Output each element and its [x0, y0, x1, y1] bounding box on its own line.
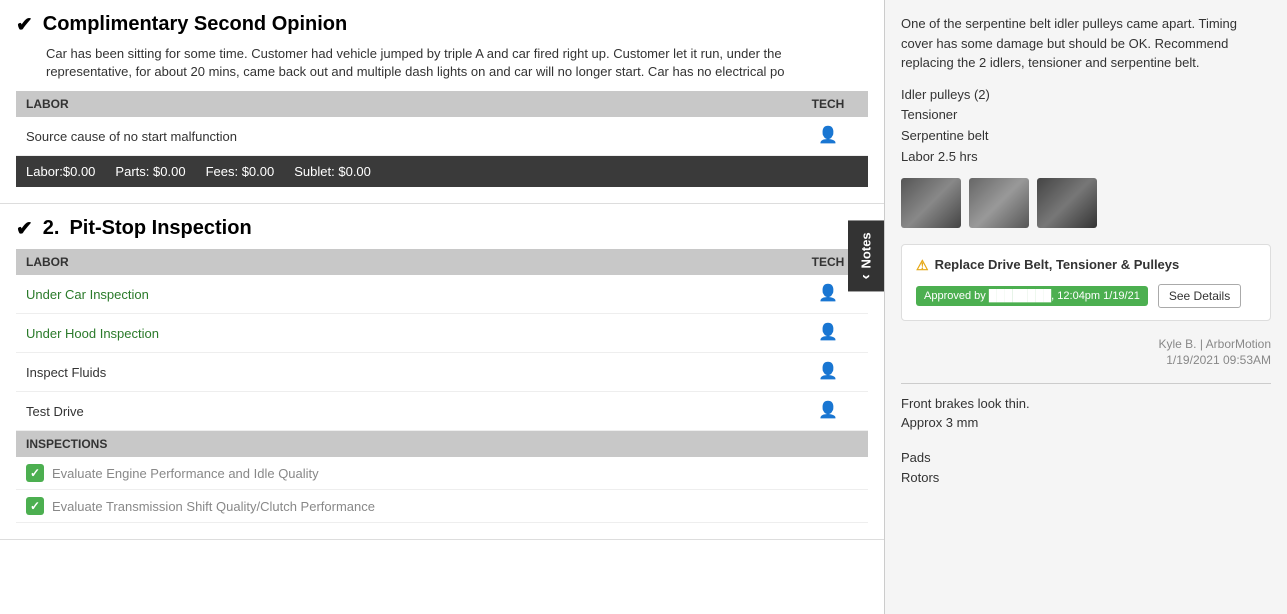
person-icon: [818, 125, 838, 147]
thumbnail-2[interactable]: [969, 178, 1029, 228]
labor-total: Labor:$0.00: [26, 164, 95, 179]
labor-item-label: Test Drive: [16, 392, 788, 431]
totals-row-section1: Labor:$0.00 Parts: $0.00 Fees: $0.00 Sub…: [16, 156, 868, 187]
list-item: Pads: [901, 448, 1271, 469]
alert-title-belt: ⚠ Replace Drive Belt, Tensioner & Pulley…: [916, 257, 1256, 274]
checkmark-pit-stop: ✔: [16, 216, 33, 241]
person-icon: [818, 322, 838, 344]
right-section-brakes: Front brakes look thin. Approx 3 mm Pads…: [901, 394, 1271, 490]
labor-item-label: Source cause of no start malfunction: [16, 117, 788, 156]
section-number-pit-stop: 2.: [43, 217, 60, 240]
tech-cell: [788, 353, 868, 392]
parts-list-2: PadsRotors: [901, 448, 1271, 490]
tech-cell: [788, 314, 868, 353]
person-icon: [818, 361, 838, 383]
labor-table-section1: LABOR TECH Source cause of no start malf…: [16, 91, 868, 156]
person-icon: [818, 283, 838, 305]
list-item: Serpentine belt: [901, 126, 1271, 147]
alert-box-belt: ⚠ Replace Drive Belt, Tensioner & Pulley…: [901, 244, 1271, 321]
inspection-checkbox[interactable]: [26, 464, 44, 482]
tech-cell: [788, 392, 868, 431]
list-item: Tensioner: [901, 105, 1271, 126]
table-row: Inspect Fluids: [16, 353, 868, 392]
inspection-items-container: Evaluate Engine Performance and Idle Qua…: [16, 457, 868, 523]
notes-chevron-icon: ›: [857, 274, 875, 279]
approved-row: Approved by ████████, 12:04pm 1/19/21 Se…: [916, 284, 1256, 308]
alert-title-text: Replace Drive Belt, Tensioner & Pulleys: [935, 257, 1180, 272]
notes-label: Notes: [859, 232, 874, 268]
author-line: Kyle B. | ArborMotion: [901, 337, 1271, 351]
section-pit-stop: ✔ 2. Pit-Stop Inspection LABOR TECH Unde…: [0, 204, 884, 540]
section-second-opinion: ✔ Complimentary Second Opinion Car has b…: [0, 0, 884, 204]
section-header-pit-stop: ✔ 2. Pit-Stop Inspection: [16, 216, 868, 241]
list-item: Rotors: [901, 468, 1271, 489]
inspection-item: Evaluate Transmission Shift Quality/Clut…: [16, 490, 868, 523]
notes-tab[interactable]: › Notes: [848, 220, 884, 291]
parts-total: Parts: $0.00: [115, 164, 185, 179]
right-panel: One of the serpentine belt idler pulleys…: [885, 0, 1287, 614]
inspections-header: INSPECTIONS: [16, 431, 868, 457]
table-row: Source cause of no start malfunction: [16, 117, 868, 156]
thumbnails-container: [901, 178, 1271, 228]
labor-col-header-1: LABOR: [16, 91, 788, 117]
labor-col-header-2: LABOR: [16, 249, 788, 275]
sublet-total: Sublet: $0.00: [294, 164, 371, 179]
table-row: Test Drive: [16, 392, 868, 431]
brakes-description-2: Approx 3 mm: [901, 413, 1271, 433]
left-panel: ✔ Complimentary Second Opinion Car has b…: [0, 0, 885, 614]
see-details-button[interactable]: See Details: [1158, 284, 1241, 308]
thumbnail-3[interactable]: [1037, 178, 1097, 228]
labor-item-label: Inspect Fluids: [16, 353, 788, 392]
section-header-second-opinion: ✔ Complimentary Second Opinion: [16, 12, 868, 37]
table-row: Under Car Inspection: [16, 275, 868, 314]
list-item: Labor 2.5 hrs: [901, 147, 1271, 168]
section-title-second-opinion: Complimentary Second Opinion: [43, 13, 347, 36]
tech-col-header-1: TECH: [788, 91, 868, 117]
section-title-pit-stop: Pit-Stop Inspection: [69, 217, 251, 240]
right-section-belt: One of the serpentine belt idler pulleys…: [901, 14, 1271, 367]
fees-total: Fees: $0.00: [206, 164, 275, 179]
approved-badge: Approved by ████████, 12:04pm 1/19/21: [916, 286, 1148, 306]
tech-cell: [788, 117, 868, 156]
timestamp-line: 1/19/2021 09:53AM: [901, 353, 1271, 367]
labor-item-label: Under Hood Inspection: [16, 314, 788, 353]
table-row: Under Hood Inspection: [16, 314, 868, 353]
thumbnail-1[interactable]: [901, 178, 961, 228]
inspection-label: Evaluate Transmission Shift Quality/Clut…: [52, 499, 375, 514]
list-item: Idler pulleys (2): [901, 85, 1271, 106]
labor-item-label: Under Car Inspection: [16, 275, 788, 314]
parts-list: Idler pulleys (2)TensionerSerpentine bel…: [901, 85, 1271, 168]
brakes-description-1: Front brakes look thin.: [901, 394, 1271, 414]
divider: [901, 383, 1271, 384]
inspection-label: Evaluate Engine Performance and Idle Qua…: [52, 466, 319, 481]
labor-table-section2: LABOR TECH Under Car InspectionUnder Hoo…: [16, 249, 868, 431]
inspection-item: Evaluate Engine Performance and Idle Qua…: [16, 457, 868, 490]
checkmark-second-opinion: ✔: [16, 12, 33, 37]
person-icon: [818, 400, 838, 422]
section-description-second-opinion: Car has been sitting for some time. Cust…: [46, 45, 868, 81]
warning-icon: ⚠: [916, 257, 929, 274]
right-description-belt: One of the serpentine belt idler pulleys…: [901, 14, 1271, 73]
inspection-checkbox[interactable]: [26, 497, 44, 515]
